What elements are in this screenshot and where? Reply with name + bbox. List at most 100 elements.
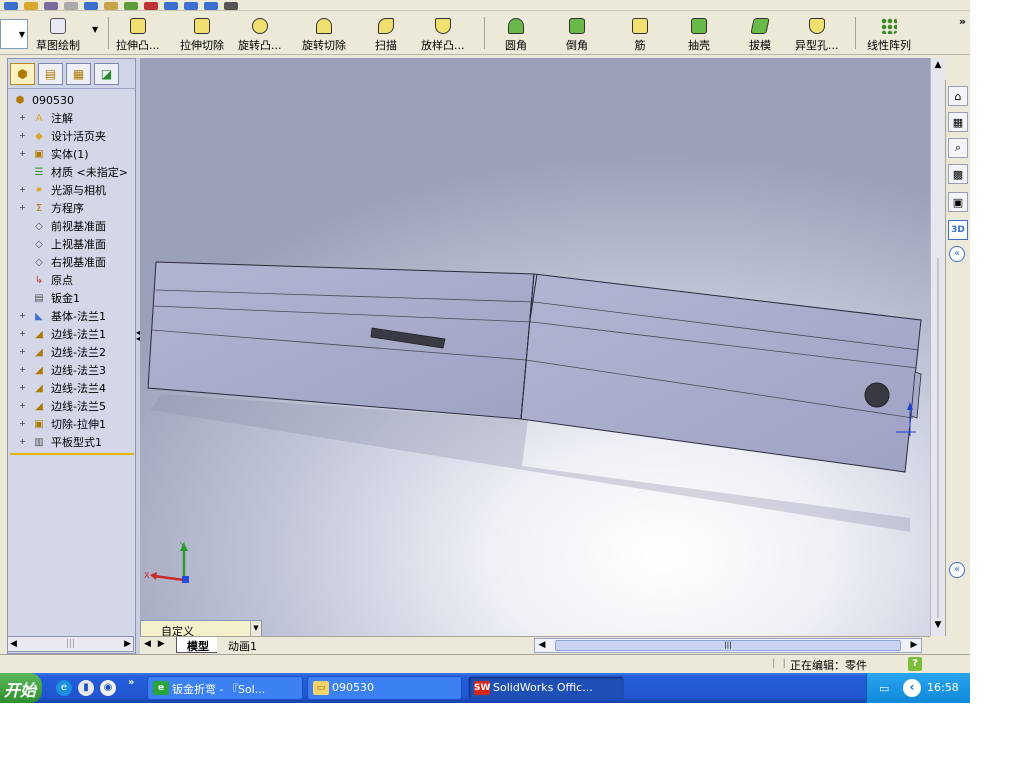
tree-item[interactable]: + ◢ 边线-法兰1 (10, 325, 135, 343)
open-icon[interactable] (24, 2, 38, 10)
tree-item[interactable]: + ▥ 平板型式1 (10, 433, 135, 451)
tab-model[interactable]: 模型 (176, 637, 217, 653)
tree-item[interactable]: + A 注解 (10, 109, 135, 127)
expand-icon[interactable]: + (18, 329, 27, 339)
tree-item[interactable]: ☰ 材质 <未指定> (10, 163, 135, 181)
expand-icon[interactable]: + (18, 113, 27, 123)
panel-hscrollbar[interactable]: ◀ ||| ▶ (7, 636, 134, 652)
rebuild-icon[interactable] (124, 2, 138, 10)
media-quicklaunch-icon[interactable]: ◉ (100, 680, 116, 696)
task-solidworks[interactable]: SW SolidWorks Offic... (468, 676, 624, 700)
view-orientation-icon[interactable] (224, 2, 238, 10)
scroll-left-icon[interactable]: ◀ (535, 639, 549, 652)
toolbar-sweep-button[interactable]: 扫描 (375, 13, 397, 53)
left-flange-face[interactable] (147, 261, 535, 420)
scroll-down-icon[interactable]: ▼ (931, 620, 945, 634)
tree-item[interactable]: ▤ 钣金1 (10, 289, 135, 307)
configuration-combo[interactable]: 自定义 ▼ (140, 620, 262, 638)
undo-icon[interactable] (84, 2, 98, 10)
toolbar-fillet-button[interactable]: 圆角 (505, 13, 527, 53)
hole-cutout[interactable] (864, 382, 890, 408)
tree-item[interactable]: + ✷ 光源与相机 (10, 181, 135, 199)
resources-icon[interactable]: ▦ (948, 112, 968, 132)
expand-icon[interactable]: + (18, 419, 27, 429)
chevron-down-icon[interactable]: ▼ (250, 621, 261, 636)
tree-item[interactable]: ◇ 前视基准面 (10, 217, 135, 235)
tree-item[interactable]: ↳ 原点 (10, 271, 135, 289)
select-icon[interactable] (104, 2, 118, 10)
expand-icon[interactable]: + (18, 401, 27, 411)
viewport-hscrollbar[interactable]: ◀ ||| ▶ (534, 638, 922, 653)
ie-quicklaunch-icon[interactable]: e (56, 680, 72, 696)
expand-icon[interactable]: + (18, 131, 27, 141)
tab-feature-manager[interactable]: ⬢ (10, 63, 35, 85)
appearance-icon[interactable]: ▣ (948, 192, 968, 212)
toolbar-chamfer-button[interactable]: 倒角 (566, 13, 588, 53)
quicklaunch-more-button[interactable]: » (128, 677, 134, 688)
toolbar-sketch-button[interactable]: 草图绘制 (36, 13, 80, 53)
chevron-down-icon[interactable]: ▼ (92, 25, 98, 34)
tree-item[interactable]: + ◢ 边线-法兰4 (10, 379, 135, 397)
search-icon[interactable]: ⌕ (948, 138, 968, 158)
expand-icon[interactable]: + (18, 149, 27, 159)
toolbar-overflow-button[interactable]: » (959, 15, 966, 28)
home-icon[interactable]: ⌂ (948, 86, 968, 106)
tree-item[interactable]: + ◢ 边线-法兰2 (10, 343, 135, 361)
tree-item[interactable]: + ▣ 切除-拉伸1 (10, 415, 135, 433)
toolbar-revolved-cut-button[interactable]: 旋转切除 (302, 13, 346, 53)
toolbar-draft-button[interactable]: 拔模 (749, 13, 771, 53)
rollback-bar[interactable] (10, 453, 134, 455)
keyboard-icon[interactable]: ▭ (879, 682, 889, 695)
explorer-quicklaunch-icon[interactable]: ▮ (78, 680, 94, 696)
zoom-fit-icon[interactable] (164, 2, 178, 10)
scroll-up-icon[interactable]: ▲ (931, 60, 945, 74)
start-button[interactable]: 开始 (0, 673, 42, 703)
tab-property-manager[interactable]: ▤ (38, 63, 63, 85)
right-flange-face[interactable] (520, 273, 922, 473)
toolbar-revolved-boss-button[interactable]: 旋转凸... (238, 13, 282, 53)
save-icon[interactable] (44, 2, 58, 10)
scroll-right-icon[interactable]: ▶ (124, 639, 131, 649)
tab-nav-arrows[interactable]: ◀ ▶ (144, 639, 167, 649)
rotate-icon[interactable] (204, 2, 218, 10)
zoom-area-icon[interactable] (184, 2, 198, 10)
tray-expand-icon[interactable]: ‹ (903, 679, 921, 697)
sketch-combo[interactable]: ▼ (0, 19, 28, 49)
tab-configuration-manager[interactable]: ▦ (66, 63, 91, 85)
toolbar-linear-pattern-button[interactable]: 线性阵列 (867, 13, 911, 53)
options-icon[interactable] (144, 2, 158, 10)
collapse-left-icon[interactable]: « (949, 562, 965, 578)
library-icon[interactable]: ▩ (948, 164, 968, 184)
task-browser[interactable]: e 钣金折弯 - 『Sol... (147, 676, 303, 700)
tree-item[interactable]: ◇ 上视基准面 (10, 235, 135, 253)
tree-item[interactable]: + ◢ 边线-法兰3 (10, 361, 135, 379)
scroll-thumb[interactable]: ||| (555, 640, 901, 651)
graphics-viewport[interactable]: Y X (140, 58, 930, 636)
expand-icon[interactable]: + (18, 437, 27, 447)
tree-item[interactable]: + ◢ 边线-法兰5 (10, 397, 135, 415)
expand-icon[interactable]: + (18, 383, 27, 393)
expand-icon[interactable]: + (18, 203, 27, 213)
expand-icon[interactable]: + (18, 347, 27, 357)
print-icon[interactable] (64, 2, 78, 10)
viewport-vscrollbar[interactable]: ▲ ▼ (930, 58, 945, 636)
sheet-metal-model[interactable] (140, 58, 930, 636)
help-button[interactable]: ? (908, 657, 922, 671)
3dcontent-icon[interactable]: 3D (948, 220, 968, 240)
collapse-left-icon[interactable]: « (949, 246, 965, 262)
tree-item[interactable]: + ◆ 设计活页夹 (10, 127, 135, 145)
expand-icon[interactable]: + (18, 365, 27, 375)
expand-icon[interactable]: + (18, 185, 27, 195)
toolbar-extruded-cut-button[interactable]: 拉伸切除 (180, 13, 224, 53)
new-icon[interactable] (4, 2, 18, 10)
scroll-track[interactable] (937, 258, 939, 618)
toolbar-loft-button[interactable]: 放样凸... (421, 13, 465, 53)
tree-item[interactable]: + Σ 方程序 (10, 199, 135, 217)
tab-animation[interactable]: 动画1 (218, 637, 265, 653)
toolbar-shell-button[interactable]: 抽壳 (688, 13, 710, 53)
tree-item[interactable]: ◇ 右视基准面 (10, 253, 135, 271)
toolbar-hole-wizard-button[interactable]: 异型孔... (795, 13, 839, 53)
toolbar-rib-button[interactable]: 筋 (632, 13, 648, 53)
tree-item[interactable]: + ◣ 基体-法兰1 (10, 307, 135, 325)
tree-root[interactable]: ⬢ 090530 (10, 91, 135, 109)
